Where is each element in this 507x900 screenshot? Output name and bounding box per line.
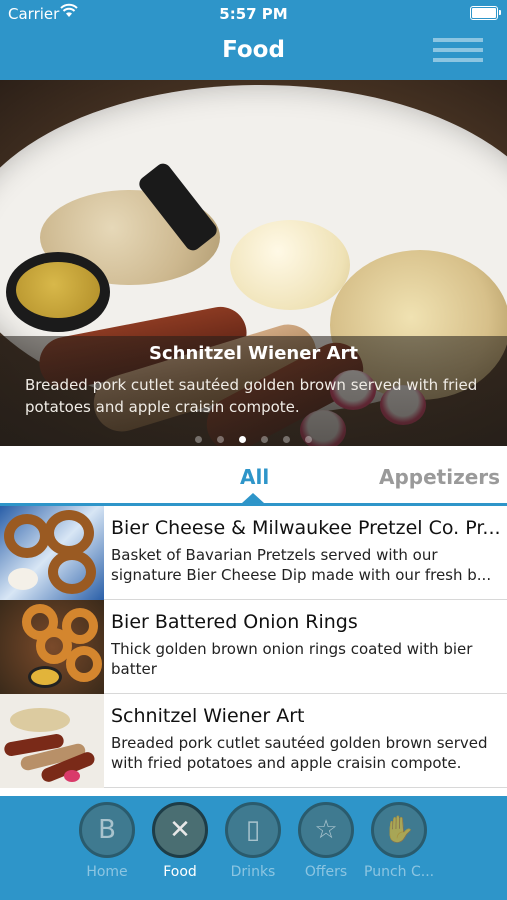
item-title: Bier Cheese & Milwaukee Pretzel Co. Pr..… <box>111 517 501 539</box>
nav-food[interactable]: ✕ Food <box>145 802 215 880</box>
nav-label: Home <box>86 864 128 880</box>
item-description: Thick golden brown onion rings coated wi… <box>111 640 473 678</box>
status-bar: Carrier 5:57 PM <box>0 0 507 28</box>
nav-label: Drinks <box>230 864 276 880</box>
page-dot-active[interactable] <box>238 436 246 443</box>
star-icon: ☆ <box>298 802 354 858</box>
nav-label: Food <box>163 864 197 880</box>
list-item[interactable]: Schnitzel Wiener Art Breaded pork cutlet… <box>0 694 507 788</box>
nav-drinks[interactable]: ▯ Drinks <box>218 802 288 880</box>
clock: 5:57 PM <box>219 5 288 23</box>
beer-mug-icon: ▯ <box>225 802 281 858</box>
featured-carousel[interactable]: Schnitzel Wiener Art Breaded pork cutlet… <box>0 80 507 446</box>
page-dot[interactable] <box>216 436 224 443</box>
item-thumbnail <box>0 600 104 694</box>
tab-all[interactable]: All <box>240 465 269 489</box>
bavarian-logo-icon: B <box>79 802 135 858</box>
page-dot[interactable] <box>194 436 202 443</box>
menu-list[interactable]: Bier Cheese & Milwaukee Pretzel Co. Pr..… <box>0 506 507 796</box>
battery-icon <box>470 6 501 20</box>
item-thumbnail <box>0 694 104 788</box>
item-description: Breaded pork cutlet sautéed golden brown… <box>111 734 488 772</box>
item-title: Schnitzel Wiener Art <box>111 705 305 727</box>
carousel-page-indicator[interactable] <box>0 428 507 446</box>
nav-punch-card[interactable]: ✋ Punch C... <box>364 802 434 880</box>
list-item[interactable]: Bier Cheese & Milwaukee Pretzel Co. Pr..… <box>0 506 507 600</box>
nav-label: Offers <box>304 864 348 880</box>
bottom-tab-bar: B Home ✕ Food ▯ Drinks ☆ Offers ✋ Punch … <box>0 796 507 900</box>
handshake-icon: ✋ <box>371 802 427 858</box>
hero-title: Schnitzel Wiener Art <box>149 343 358 364</box>
page-dot[interactable] <box>261 436 269 443</box>
page-dot[interactable] <box>283 436 291 443</box>
list-item[interactable]: Bier Battered Onion Rings Thick golden b… <box>0 600 507 694</box>
category-tabs: All Appetizers <box>0 446 507 506</box>
page-dot[interactable] <box>305 436 313 443</box>
fork-knife-icon: ✕ <box>152 802 208 858</box>
tab-selection-indicator <box>242 493 264 503</box>
item-title: Bier Battered Onion Rings <box>111 611 358 633</box>
top-bar: Carrier 5:57 PM Food <box>0 0 507 80</box>
tab-appetizers[interactable]: Appetizers <box>379 465 500 489</box>
nav-offers[interactable]: ☆ Offers <box>291 802 361 880</box>
nav-label: Punch C... <box>364 864 435 880</box>
item-description: Basket of Bavarian Pretzels served with … <box>111 546 492 584</box>
item-thumbnail <box>0 506 104 600</box>
nav-home[interactable]: B Home <box>72 802 142 880</box>
page-title: Food <box>222 37 285 63</box>
hero-description: Breaded pork cutlet sautéed golden brown… <box>25 376 478 416</box>
hamburger-menu-icon[interactable] <box>433 38 483 66</box>
